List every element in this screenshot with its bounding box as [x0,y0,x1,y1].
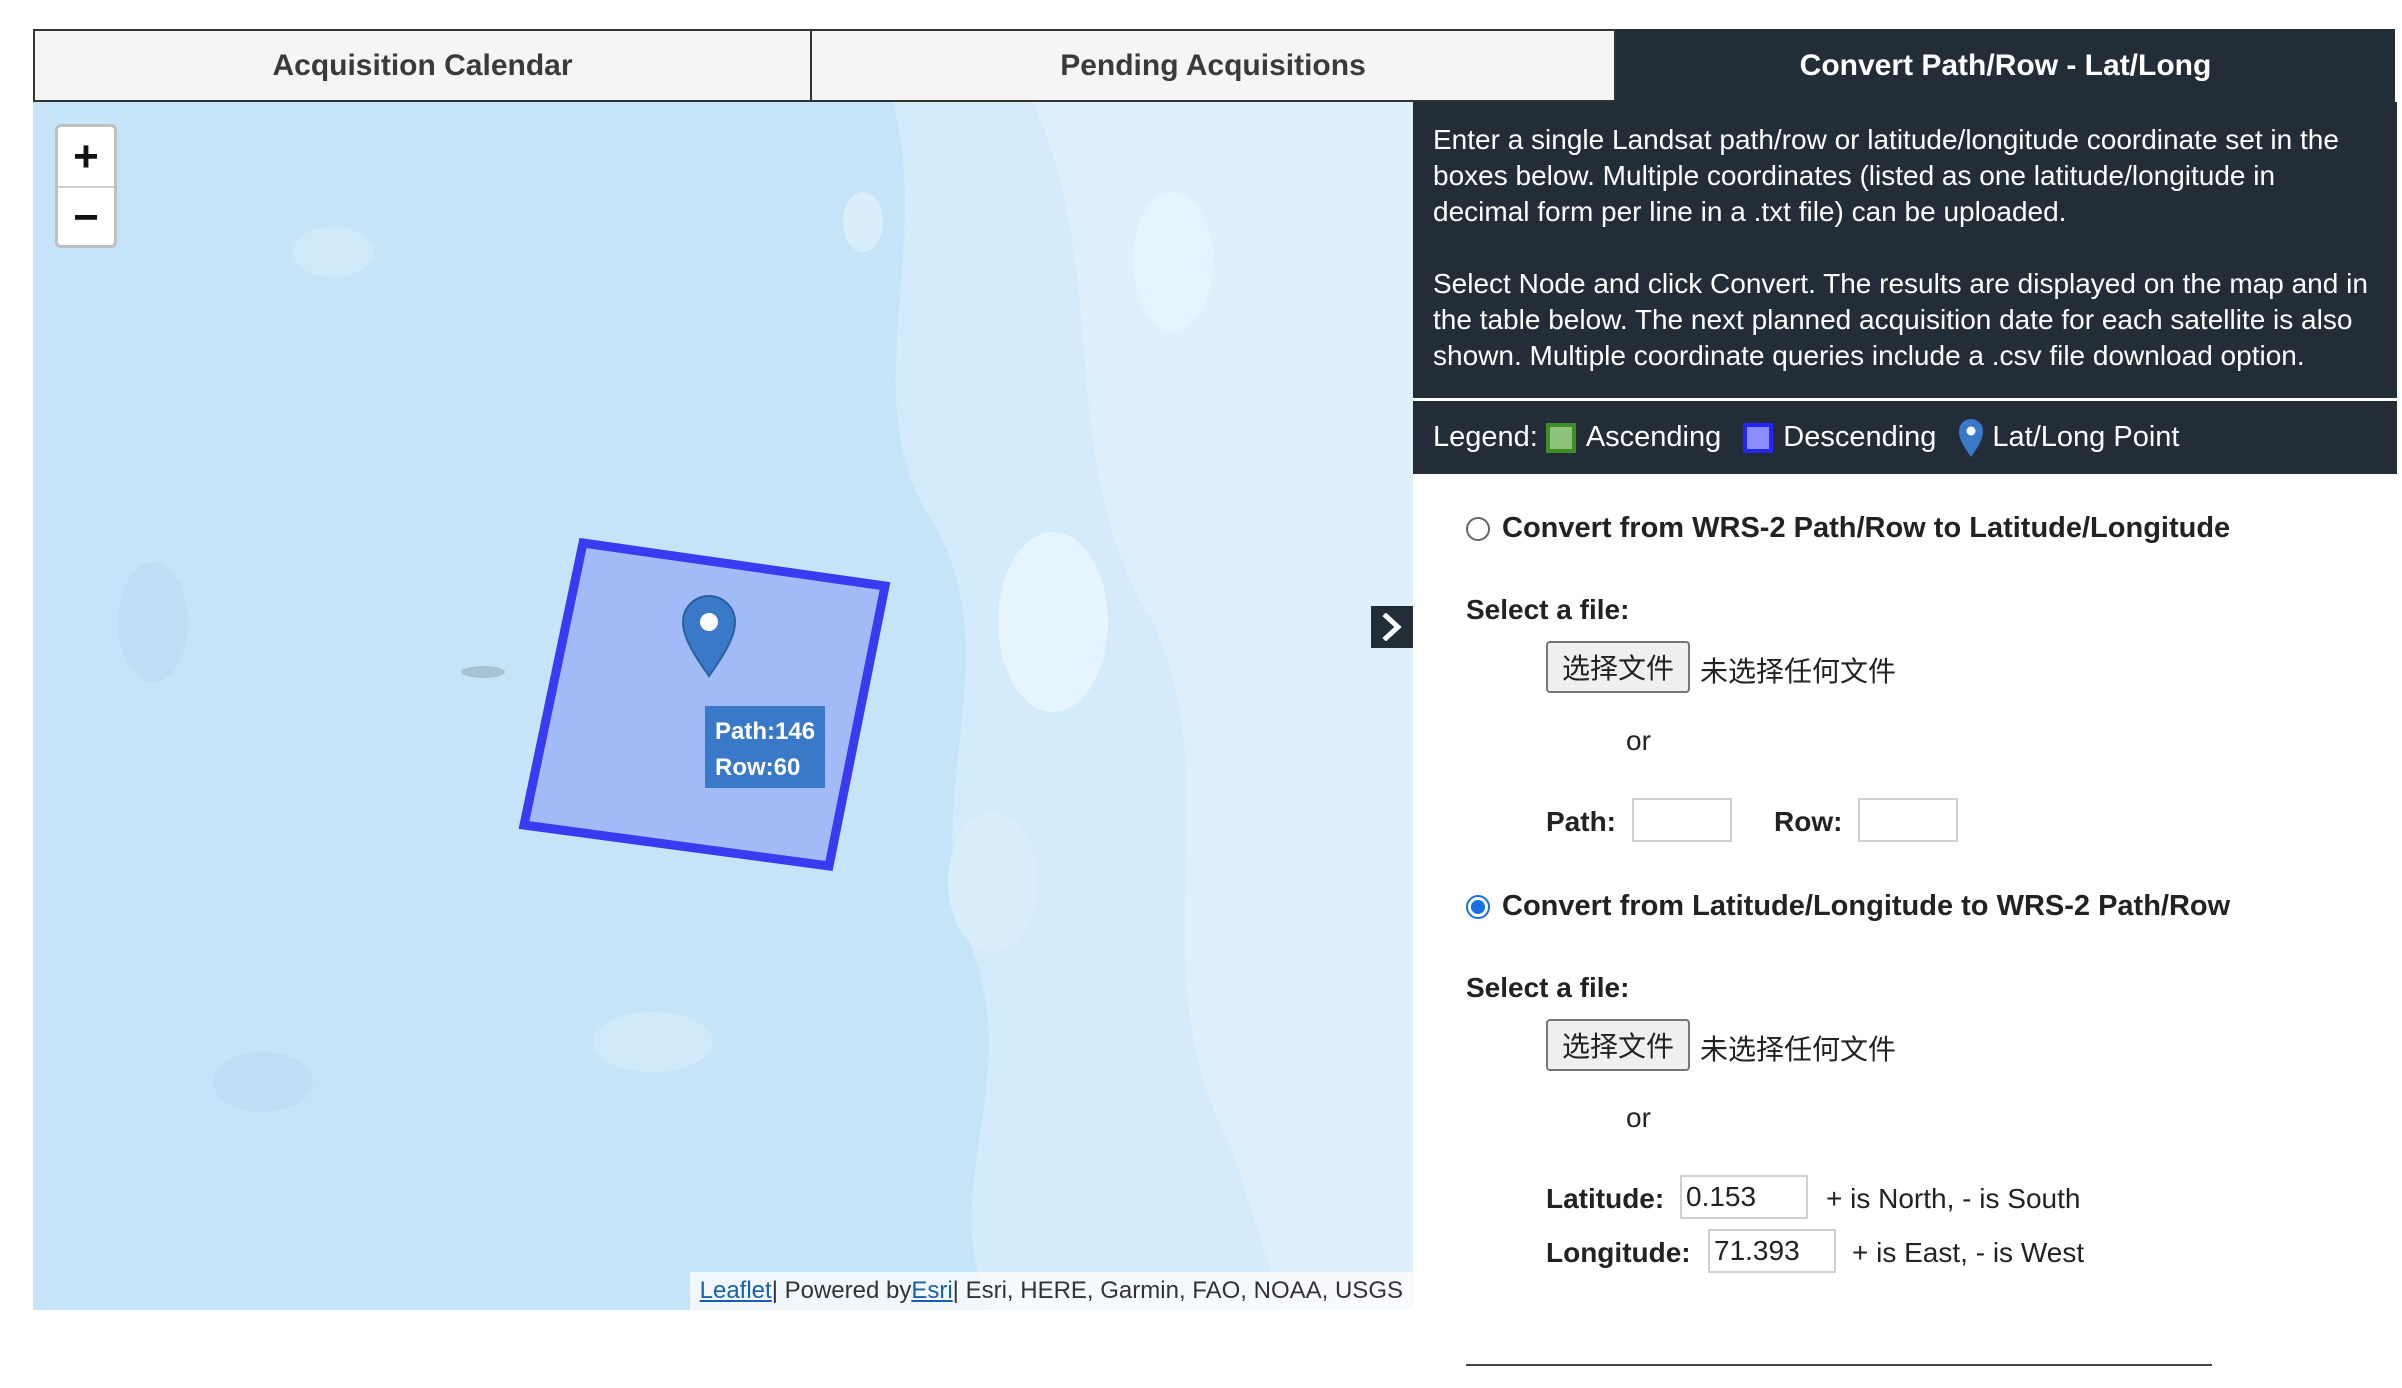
row-label: Row:60 [715,754,801,781]
or-label-2: or [1626,1102,1651,1133]
row-input[interactable] [1858,798,1958,842]
or-label-1: or [1626,725,1651,756]
path-input[interactable] [1632,798,1732,842]
instructions-paragraph-1: Enter a single Landsat path/row or latit… [1433,124,2339,227]
zoom-out-button[interactable]: − [58,188,114,247]
zoom-control: + − [55,124,117,248]
select-file-label-2: Select a file: [1466,972,1630,1003]
row-field-label: Row: [1774,806,1843,837]
leaflet-link[interactable]: Leaflet [700,1277,772,1305]
latitude-label: Latitude: [1546,1183,1665,1214]
radio-row-path-row[interactable]: Convert from WRS-2 Path/Row to Latitude/… [1466,512,2230,545]
radio-latlong-to-path-row[interactable] [1466,894,1490,919]
ascending-swatch-icon [1545,422,1576,453]
tab-convert-path-row[interactable]: Convert Path/Row - Lat/Long [1616,29,2395,102]
longitude-hint: + is East, - is West [1852,1237,2085,1268]
choose-file-button-2[interactable]: 选择文件 [1546,1019,1690,1071]
tab-bar: Acquisition Calendar Pending Acquisition… [33,29,2395,102]
radio-path-row-to-latlong[interactable] [1466,516,1490,541]
longitude-input[interactable] [1708,1229,1836,1273]
longitude-label: Longitude: [1546,1237,1691,1268]
legend-descending: Descending [1783,421,1937,453]
chevron-right-icon [1382,613,1402,641]
legend: Legend: Ascending Descending Lat/Long Po… [1413,401,2397,474]
map-pin-icon [1959,418,1984,457]
converter-panel: Enter a single Landsat path/row or latit… [1413,102,2397,474]
instructions: Enter a single Landsat path/row or latit… [1413,102,2397,398]
radio-path-row-label: Convert from WRS-2 Path/Row to Latitude/… [1502,512,2231,544]
map-attribution: Leaflet | Powered by Esri | Esri, HERE, … [689,1272,1413,1310]
legend-point: Lat/Long Point [1992,421,2180,453]
attribution-text: | Powered by [771,1277,912,1304]
map[interactable]: + − Path:146 Row:60 Leaflet | Powered by… [33,102,1413,1310]
latitude-input[interactable] [1680,1175,1808,1219]
zoom-in-button[interactable]: + [58,127,114,188]
no-file-chosen-2: 未选择任何文件 [1700,1033,1897,1066]
esri-link[interactable]: Esri [911,1277,952,1305]
tab-acquisition-calendar[interactable]: Acquisition Calendar [33,29,812,102]
section-divider [1466,1364,2212,1366]
path-row-label: Path:146 Row:60 [705,706,825,788]
attribution-sources: | Esri, HERE, Garmin, FAO, NOAA, USGS [952,1277,1403,1304]
select-file-label-1: Select a file: [1466,594,1630,625]
path-label: Path:146 [715,718,816,745]
collapse-panel-button[interactable] [1371,606,1413,648]
legend-title: Legend: [1433,421,1538,453]
instructions-paragraph-2: Select Node and click Convert. The resul… [1433,268,2368,371]
path-field-label: Path: [1546,806,1616,837]
latitude-hint: + is North, - is South [1826,1183,2081,1214]
radio-lat-long-label: Convert from Latitude/Longitude to WRS-2… [1502,890,2231,922]
choose-file-button-1[interactable]: 选择文件 [1546,641,1690,693]
tab-pending-acquisitions[interactable]: Pending Acquisitions [812,29,1616,102]
legend-ascending: Ascending [1585,421,1722,453]
no-file-chosen-1: 未选择任何文件 [1700,655,1897,688]
radio-row-lat-long[interactable]: Convert from Latitude/Longitude to WRS-2… [1466,890,2230,923]
descending-swatch-icon [1743,422,1774,453]
